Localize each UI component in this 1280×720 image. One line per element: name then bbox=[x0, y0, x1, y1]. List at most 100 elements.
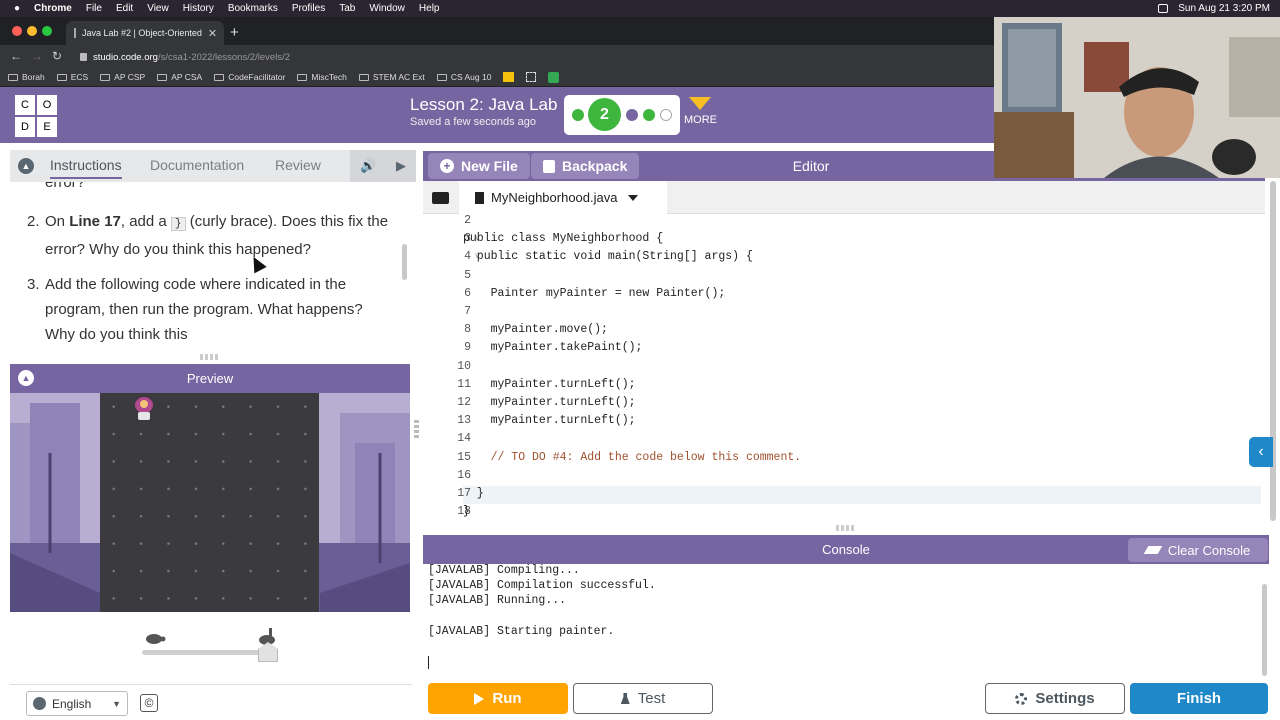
instruction-steps: 2. On Line 17, add a } (curly brace). Do… bbox=[27, 209, 395, 350]
menu-window[interactable]: Window bbox=[369, 3, 405, 14]
line-number: 2 bbox=[464, 214, 471, 227]
console-scrollbar[interactable] bbox=[1262, 584, 1267, 676]
chevron-down-icon[interactable] bbox=[628, 194, 639, 201]
zoom-window-icon[interactable] bbox=[42, 26, 52, 36]
instruction-step: 2. On Line 17, add a } (curly brace). Do… bbox=[27, 209, 395, 262]
editor-scrollbar[interactable] bbox=[1270, 181, 1276, 521]
bookmark-classroom-icon[interactable] bbox=[548, 71, 560, 83]
close-tab-icon[interactable]: ✕ bbox=[208, 27, 217, 40]
play-icon bbox=[474, 692, 485, 705]
tab-review[interactable]: Review bbox=[275, 157, 321, 173]
settings-button[interactable]: Settings bbox=[985, 683, 1125, 714]
speed-slider[interactable] bbox=[140, 628, 280, 662]
menu-help[interactable]: Help bbox=[419, 3, 440, 14]
forward-icon[interactable]: → bbox=[31, 49, 43, 63]
menu-bookmarks[interactable]: Bookmarks bbox=[228, 3, 278, 14]
menu-file[interactable]: File bbox=[86, 3, 102, 14]
instruction-fragment: error? bbox=[45, 182, 86, 191]
favicon-icon bbox=[74, 28, 76, 38]
level-bubble-attempted[interactable] bbox=[626, 109, 638, 121]
console-output[interactable]: [JAVALAB] Compiling... [JAVALAB] Compila… bbox=[423, 564, 1269, 679]
minimize-window-icon[interactable] bbox=[27, 26, 37, 36]
code-line: } bbox=[463, 505, 470, 519]
level-progress-bubbles: 2 bbox=[564, 95, 680, 135]
bookmark-stem-ac-ext[interactable]: STEM AC Ext bbox=[358, 72, 425, 82]
level-bubble-complete[interactable] bbox=[643, 109, 655, 121]
bookmark-ap-csa[interactable]: AP CSA bbox=[157, 72, 202, 82]
level-bubble-not-started[interactable] bbox=[660, 109, 672, 121]
code-org-logo[interactable]: C O D E bbox=[15, 95, 57, 137]
collapse-instructions-icon[interactable]: ▲ bbox=[18, 158, 34, 174]
bookmark-label: ECS bbox=[70, 72, 89, 82]
run-label: Run bbox=[492, 690, 522, 707]
webcam-video-image bbox=[994, 17, 1280, 178]
back-icon[interactable]: ← bbox=[10, 49, 22, 63]
menu-view[interactable]: View bbox=[147, 3, 169, 14]
test-button[interactable]: Test bbox=[573, 683, 713, 714]
lesson-title[interactable]: Lesson 2: Java Lab bbox=[410, 95, 557, 115]
reload-icon[interactable]: ↻ bbox=[52, 49, 62, 63]
menu-chrome[interactable]: Chrome bbox=[34, 3, 72, 14]
file-tab-myneighborhood[interactable]: MyNeighborhood.java bbox=[459, 181, 667, 214]
line-number: 7 bbox=[464, 305, 471, 318]
url-field[interactable]: studio.code.org/s/csa1-2022/lessons/2/le… bbox=[80, 49, 980, 65]
settings-label: Settings bbox=[1035, 690, 1095, 707]
workspace-resize-handle[interactable] bbox=[414, 420, 419, 440]
expand-side-panel-icon[interactable]: ‹ bbox=[1249, 437, 1273, 467]
bookmark-ap-csp[interactable]: AP CSP bbox=[100, 72, 145, 82]
speed-slider-track[interactable] bbox=[142, 650, 274, 655]
console-line: [JAVALAB] Compiling... bbox=[428, 564, 580, 577]
line-number: 16 bbox=[457, 468, 471, 482]
close-window-icon[interactable] bbox=[12, 26, 22, 36]
clear-console-button[interactable]: Clear Console bbox=[1128, 538, 1268, 562]
tab-title: Java Lab #2 | Object-Oriented bbox=[82, 28, 202, 38]
flask-icon bbox=[620, 693, 630, 704]
footer-divider bbox=[10, 684, 412, 685]
line-number: 10 bbox=[457, 359, 471, 373]
bookmark-scan-icon[interactable] bbox=[526, 72, 537, 82]
level-bubble-complete[interactable] bbox=[572, 109, 584, 121]
eraser-icon bbox=[1143, 546, 1163, 554]
bookmark-cs-aug-10[interactable]: CS Aug 10 bbox=[436, 72, 491, 82]
language-select[interactable]: English ▼ bbox=[26, 691, 128, 716]
bookmark-drive-icon[interactable] bbox=[503, 72, 515, 82]
new-tab-icon[interactable]: + bbox=[230, 24, 239, 41]
instructions-scrollbar[interactable] bbox=[402, 244, 407, 280]
instructions-tab-bar: ▲ Instructions Documentation Review 🔊 ▶ bbox=[10, 150, 416, 182]
folder-icon bbox=[431, 192, 449, 204]
tab-instructions[interactable]: Instructions bbox=[50, 157, 122, 179]
datetime[interactable]: Sun Aug 21 3:20 PM bbox=[1178, 3, 1270, 14]
bookmark-codefacilitator[interactable]: CodeFacilitator bbox=[214, 72, 285, 82]
more-levels-button[interactable]: MORE bbox=[684, 97, 717, 126]
console-line: [JAVALAB] Compilation successful. bbox=[428, 579, 656, 592]
speaker-icon[interactable]: 🔊 bbox=[360, 158, 376, 174]
copyright-button[interactable]: © bbox=[140, 694, 158, 712]
current-level-bubble[interactable]: 2 bbox=[588, 98, 621, 131]
folder-icon bbox=[56, 73, 67, 81]
chevron-down-icon bbox=[689, 97, 711, 110]
play-icon[interactable]: ▶ bbox=[396, 158, 406, 174]
menu-tab[interactable]: Tab bbox=[339, 3, 355, 14]
code-editor[interactable]: 2 3 v public class MyNeighborhood {4 v publi… bbox=[423, 214, 1265, 522]
apple-menu-icon[interactable]: ● bbox=[14, 3, 20, 14]
bookmark-borah[interactable]: Borah bbox=[8, 72, 45, 82]
instructions-resize-handle[interactable] bbox=[200, 354, 220, 360]
control-center-icon[interactable] bbox=[1158, 4, 1169, 13]
bookmark-misctech[interactable]: MiscTech bbox=[297, 72, 347, 82]
finish-button[interactable]: Finish bbox=[1130, 683, 1268, 714]
folder-icon bbox=[214, 73, 225, 81]
tab-documentation[interactable]: Documentation bbox=[150, 157, 244, 173]
globe-icon bbox=[33, 697, 46, 710]
menu-edit[interactable]: Edit bbox=[116, 3, 133, 14]
logo-letter: E bbox=[37, 117, 57, 137]
file-browser-button[interactable] bbox=[428, 187, 452, 209]
preview-canvas bbox=[10, 393, 410, 612]
menu-profiles[interactable]: Profiles bbox=[292, 3, 325, 14]
browser-tab[interactable]: Java Lab #2 | Object-Oriented ✕ bbox=[66, 21, 224, 45]
saved-status: Saved a few seconds ago bbox=[410, 116, 536, 128]
menu-history[interactable]: History bbox=[183, 3, 214, 14]
console-resize-handle[interactable] bbox=[836, 525, 856, 531]
code-line: Painter myPainter = new Painter(); bbox=[463, 286, 726, 300]
run-button[interactable]: Run bbox=[428, 683, 568, 714]
bookmark-ecs[interactable]: ECS bbox=[56, 72, 89, 82]
